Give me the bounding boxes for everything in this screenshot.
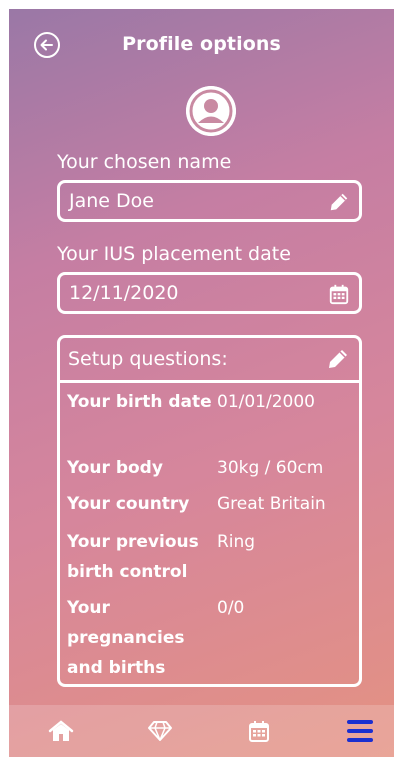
tab-home[interactable]	[47, 718, 75, 744]
profile-options-screen: Profile options Your chosen name Jane Do…	[9, 9, 394, 757]
header: Profile options	[9, 9, 394, 81]
pencil-icon[interactable]	[326, 347, 350, 371]
menu-icon	[347, 720, 373, 742]
name-field-value: Jane Doe	[69, 190, 154, 212]
setup-questions-header: Setup questions:	[60, 338, 359, 383]
setup-row-label: Your birth date	[67, 392, 212, 412]
user-avatar-icon	[186, 86, 236, 136]
setup-questions-card: Setup questions: Your birth date 01/01/2…	[57, 335, 362, 687]
setup-row-value: Ring	[217, 532, 256, 552]
pencil-icon[interactable]	[328, 191, 350, 213]
tab-menu[interactable]	[346, 718, 374, 744]
setup-questions-title: Setup questions:	[68, 348, 228, 370]
diamond-icon	[148, 721, 172, 741]
setup-row-label: Your country	[67, 494, 190, 514]
setup-row-label: Your pregnancies and births	[67, 598, 185, 678]
setup-row-value: 30kg / 60cm	[217, 458, 324, 478]
placement-date-value: 12/11/2020	[69, 282, 179, 304]
placement-date-field[interactable]: 12/11/2020	[57, 272, 362, 314]
placement-date-label: Your IUS placement date	[57, 243, 291, 265]
setup-row-label: Your body	[67, 458, 163, 478]
home-icon	[48, 720, 74, 741]
bottom-tab-bar	[9, 705, 394, 757]
tab-calendar[interactable]	[245, 718, 273, 744]
page-title: Profile options	[122, 33, 281, 55]
calendar-icon[interactable]	[328, 283, 350, 305]
name-field[interactable]: Jane Doe	[57, 180, 362, 222]
calendar-icon	[249, 721, 269, 742]
name-field-label: Your chosen name	[57, 151, 232, 173]
tab-diamond[interactable]	[146, 718, 174, 744]
setup-row-value: 0/0	[217, 598, 245, 618]
setup-row-label: Your previous birth control	[67, 532, 199, 582]
setup-row-value: 01/01/2000	[217, 392, 315, 412]
setup-row-value: Great Britain	[217, 494, 326, 514]
